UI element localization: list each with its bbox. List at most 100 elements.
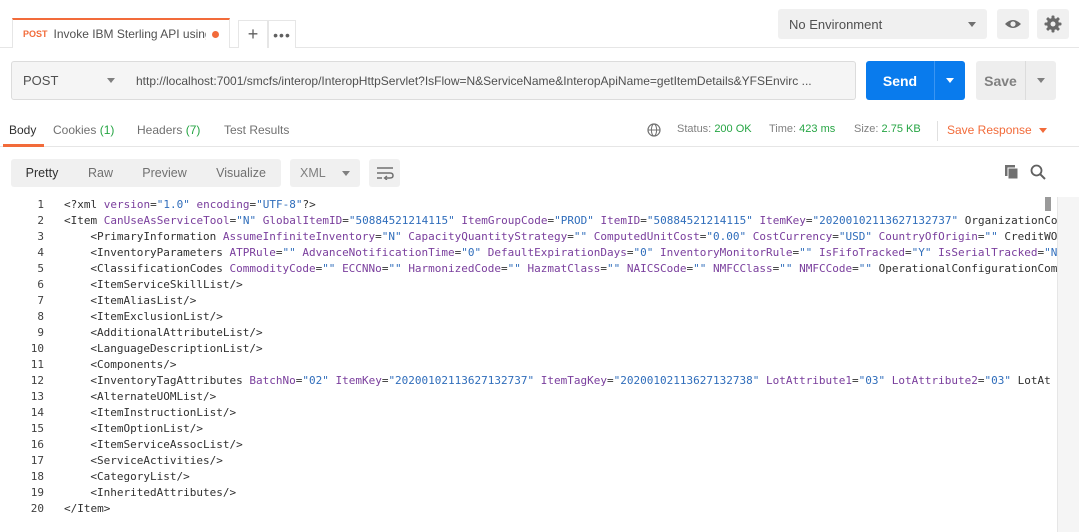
tab-body[interactable]: Body (9, 123, 36, 137)
line-number: 6 (37, 278, 44, 291)
send-button[interactable]: Send (866, 61, 934, 100)
save-options-button[interactable] (1025, 61, 1056, 100)
code-line: 16 <ItemServiceAssocList/> (0, 437, 1057, 453)
code-line: 2 <Item CanUseAsServiceTool="N" GlobalIte… (0, 213, 1057, 229)
new-tab-button[interactable]: + (238, 20, 268, 48)
tab-headers-count: (7) (185, 123, 201, 137)
tab-cookies-count: (1) (99, 123, 115, 137)
view-pretty-button[interactable]: Pretty (11, 159, 73, 187)
code-line: 20 </Item> (0, 501, 1057, 517)
environment-select[interactable]: No Environment (778, 9, 987, 39)
size-info: Size: 2.75 KB (854, 123, 921, 135)
line-number: 13 (30, 390, 44, 403)
chevron-down-icon (342, 170, 350, 176)
environment-quick-look-button[interactable] (997, 9, 1029, 39)
response-tabs: Body Cookies (1) Headers (7) Test Result… (0, 116, 1079, 147)
code-text: <AdditionalAttributeList/> (90, 326, 263, 339)
url-input[interactable]: http://localhost:7001/smcfs/interop/Inte… (126, 61, 856, 100)
request-tab[interactable]: POST Invoke IBM Sterling API using ... (12, 18, 230, 48)
vertical-scrollbar[interactable] (1057, 197, 1079, 532)
tab-test-results[interactable]: Test Results (224, 123, 289, 137)
code-text: <InheritedAttributes/> (90, 486, 237, 499)
line-number: 12 (30, 374, 44, 387)
line-number: 9 (37, 326, 44, 339)
code-text: <Item CanUseAsServiceTool="N" GlobalItem… (64, 214, 1057, 227)
save-button[interactable]: Save (976, 61, 1025, 100)
code-line: 3 <PrimaryInformation AssumeInfiniteInven… (0, 229, 1057, 245)
view-preview-button[interactable]: Preview (128, 159, 201, 187)
code-line: 14 <ItemInstructionList/> (0, 405, 1057, 421)
copy-icon (1005, 165, 1019, 180)
line-number: 15 (30, 422, 44, 435)
size-label: Size: (854, 123, 879, 135)
view-raw-button[interactable]: Raw (73, 159, 128, 187)
code-text: <ItemInstructionList/> (90, 406, 237, 419)
status-value: 200 OK (714, 123, 752, 135)
tab-cookies[interactable]: Cookies (1) (53, 123, 114, 137)
copy-button[interactable] (1002, 162, 1022, 182)
size-value: 2.75 KB (881, 123, 921, 135)
code-line: 5 <ClassificationCodes CommodityCode="" E… (0, 261, 1057, 277)
line-number: 3 (37, 230, 44, 243)
code-line: 18 <CategoryList/> (0, 469, 1057, 485)
code-text: <ClassificationCodes CommodityCode="" EC… (90, 262, 1057, 275)
save-response-label: Save Response (947, 123, 1032, 137)
time-value: 423 ms (799, 123, 836, 135)
line-number: 17 (30, 454, 44, 467)
line-number: 10 (30, 342, 44, 355)
request-tab-title: Invoke IBM Sterling API using ... (53, 27, 206, 41)
wrap-lines-button[interactable] (369, 159, 400, 187)
more-tabs-button[interactable]: ••• (268, 20, 296, 48)
gear-icon (1044, 15, 1062, 33)
line-number: 4 (37, 246, 44, 259)
http-method-select[interactable]: POST (11, 61, 127, 100)
format-select[interactable]: XML (290, 159, 360, 187)
line-number: 19 (30, 486, 44, 499)
code-text: <InventoryTagAttributes BatchNo="02" Ite… (90, 374, 1051, 387)
line-number: 8 (37, 310, 44, 323)
line-number: 16 (30, 438, 44, 451)
line-number: 1 (37, 198, 44, 211)
line-number: 20 (30, 502, 44, 515)
code-line: 7 <ItemAliasList/> (0, 293, 1057, 309)
code-line: 12 <InventoryTagAttributes BatchNo="02" I… (0, 373, 1057, 389)
wrap-lines-icon (376, 167, 394, 180)
view-visualize-button[interactable]: Visualize (201, 159, 281, 187)
view-mode-group: Pretty Raw Preview Visualize (11, 159, 281, 187)
save-response-button[interactable]: Save Response (947, 123, 1047, 137)
request-tab-method: POST (23, 29, 48, 39)
tab-headers[interactable]: Headers (7) (137, 123, 200, 137)
code-text: <ItemOptionList/> (90, 422, 203, 435)
tab-headers-label: Headers (137, 123, 183, 137)
manage-environments-button[interactable] (1037, 9, 1069, 39)
line-number: 11 (30, 358, 44, 371)
chevron-down-icon (1037, 78, 1045, 83)
send-options-button[interactable] (934, 61, 965, 100)
environment-select-value: No Environment (789, 16, 883, 32)
line-number: 5 (37, 262, 44, 275)
eye-icon (1005, 20, 1021, 28)
chevron-down-icon (946, 78, 954, 83)
format-value: XML (300, 166, 326, 180)
tab-cookies-label: Cookies (53, 123, 97, 137)
search-icon (1030, 164, 1046, 180)
search-button[interactable] (1028, 162, 1048, 182)
line-number: 7 (37, 294, 44, 307)
scrollbar-thumb[interactable] (1045, 197, 1051, 211)
code-text: <?xml version="1.0" encoding="UTF-8"?> (64, 198, 316, 211)
chevron-down-icon (968, 21, 976, 27)
response-body-editor[interactable]: 1 <?xml version="1.0" encoding="UTF-8"?> 2… (0, 197, 1057, 532)
line-number: 18 (30, 470, 44, 483)
code-text: <ItemAliasList/> (90, 294, 197, 307)
time-label: Time: (769, 123, 797, 135)
code-line: 1 <?xml version="1.0" encoding="UTF-8"?> (0, 197, 1057, 213)
code-line: 11 <Components/> (0, 357, 1057, 373)
code-line: 19 <InheritedAttributes/> (0, 485, 1057, 501)
code-text: <ItemExclusionList/> (90, 310, 223, 323)
chevron-down-icon (1038, 128, 1047, 133)
tab-body-label: Body (9, 123, 37, 137)
active-tab-indicator (3, 144, 44, 147)
code-text: <PrimaryInformation AssumeInfiniteInvent… (90, 230, 1057, 243)
code-text: <Components/> (90, 358, 177, 371)
line-number: 14 (30, 406, 44, 419)
